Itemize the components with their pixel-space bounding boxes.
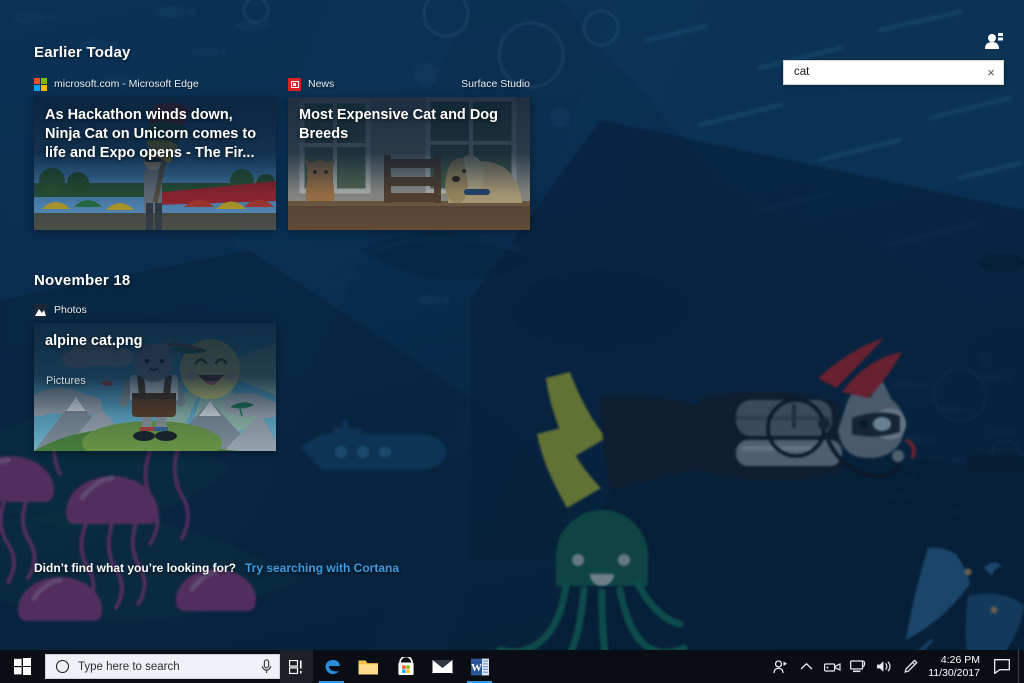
taskbar-app-file-explorer[interactable] <box>350 650 387 683</box>
taskbar-app-word[interactable]: W <box>461 650 498 683</box>
people-icon[interactable] <box>984 32 1004 50</box>
taskbar-search-placeholder: Type here to search <box>78 661 253 673</box>
cortana-question-text: Didn’t find what you’re looking for? <box>34 561 236 575</box>
taskbar-app-store[interactable] <box>387 650 424 683</box>
group-heading-november-18: November 18 <box>34 272 130 289</box>
microphone-icon[interactable] <box>253 659 279 674</box>
card-app-name: Photos <box>54 304 87 316</box>
card-subtitle: Pictures <box>46 375 86 387</box>
card-header: microsoft.com - Microsoft Edge <box>34 76 276 92</box>
task-view-button[interactable] <box>280 650 313 683</box>
system-tray: 4:26 PM 11/30/2017 <box>767 650 1024 683</box>
timeline-search-box[interactable]: cat × <box>783 60 1004 85</box>
clock-date: 11/30/2017 <box>928 667 980 680</box>
news-icon <box>288 78 301 91</box>
card-title: Most Expensive Cat and Dog Breeds <box>299 106 519 144</box>
speaker-icon[interactable] <box>871 650 897 683</box>
card-title: As Hackathon winds down, Ninja Cat on Un… <box>45 106 265 163</box>
card-body[interactable]: As Hackathon winds down, Ninja Cat on Un… <box>34 97 276 230</box>
card-app-name: News <box>308 78 334 90</box>
network-icon[interactable] <box>845 650 871 683</box>
card-header: News Surface Studio <box>288 76 530 92</box>
card-title: alpine cat.png <box>45 332 265 351</box>
svg-text:W: W <box>471 661 482 673</box>
cortana-suggestion-row: Didn’t find what you’re looking for? Try… <box>34 561 399 575</box>
show-desktop-button[interactable] <box>1018 650 1024 683</box>
card-device-name: Surface Studio <box>461 78 530 90</box>
taskbar-search-box[interactable]: Type here to search <box>45 654 280 679</box>
timeline-card-news[interactable]: News Surface Studio <box>288 76 530 230</box>
try-searching-with-cortana-link[interactable]: Try searching with Cortana <box>245 561 399 575</box>
taskbar: Type here to search <box>0 650 1024 683</box>
cortana-circle-icon[interactable] <box>56 660 69 673</box>
taskbar-app-edge[interactable] <box>313 650 350 683</box>
timeline-card-edge[interactable]: microsoft.com - Microsoft Edge <box>34 76 276 230</box>
taskbar-clock[interactable]: 4:26 PM 11/30/2017 <box>923 654 989 680</box>
clear-search-icon[interactable]: × <box>979 61 1003 84</box>
chevron-up-icon[interactable] <box>793 650 819 683</box>
microsoft-logo-icon <box>34 78 47 91</box>
media-icon[interactable] <box>819 650 845 683</box>
clock-time: 4:26 PM <box>941 654 980 667</box>
action-center-icon[interactable] <box>989 650 1015 683</box>
timeline-card-photos[interactable]: Photos <box>34 302 276 451</box>
card-header: Photos <box>34 302 276 318</box>
card-body[interactable]: Most Expensive Cat and Dog Breeds <box>288 97 530 230</box>
search-input[interactable]: cat <box>784 67 979 79</box>
card-body[interactable]: alpine cat.png Pictures <box>34 323 276 451</box>
photos-icon <box>34 304 47 317</box>
start-button[interactable] <box>0 650 45 683</box>
people-tray-icon[interactable] <box>767 650 793 683</box>
card-app-name: microsoft.com - Microsoft Edge <box>54 78 199 90</box>
pen-icon[interactable] <box>897 650 923 683</box>
group-heading-earlier-today: Earlier Today <box>34 44 131 61</box>
timeline-content: Earlier Today microsoft.com - Microsoft … <box>0 0 1024 683</box>
taskbar-app-mail[interactable] <box>424 650 461 683</box>
